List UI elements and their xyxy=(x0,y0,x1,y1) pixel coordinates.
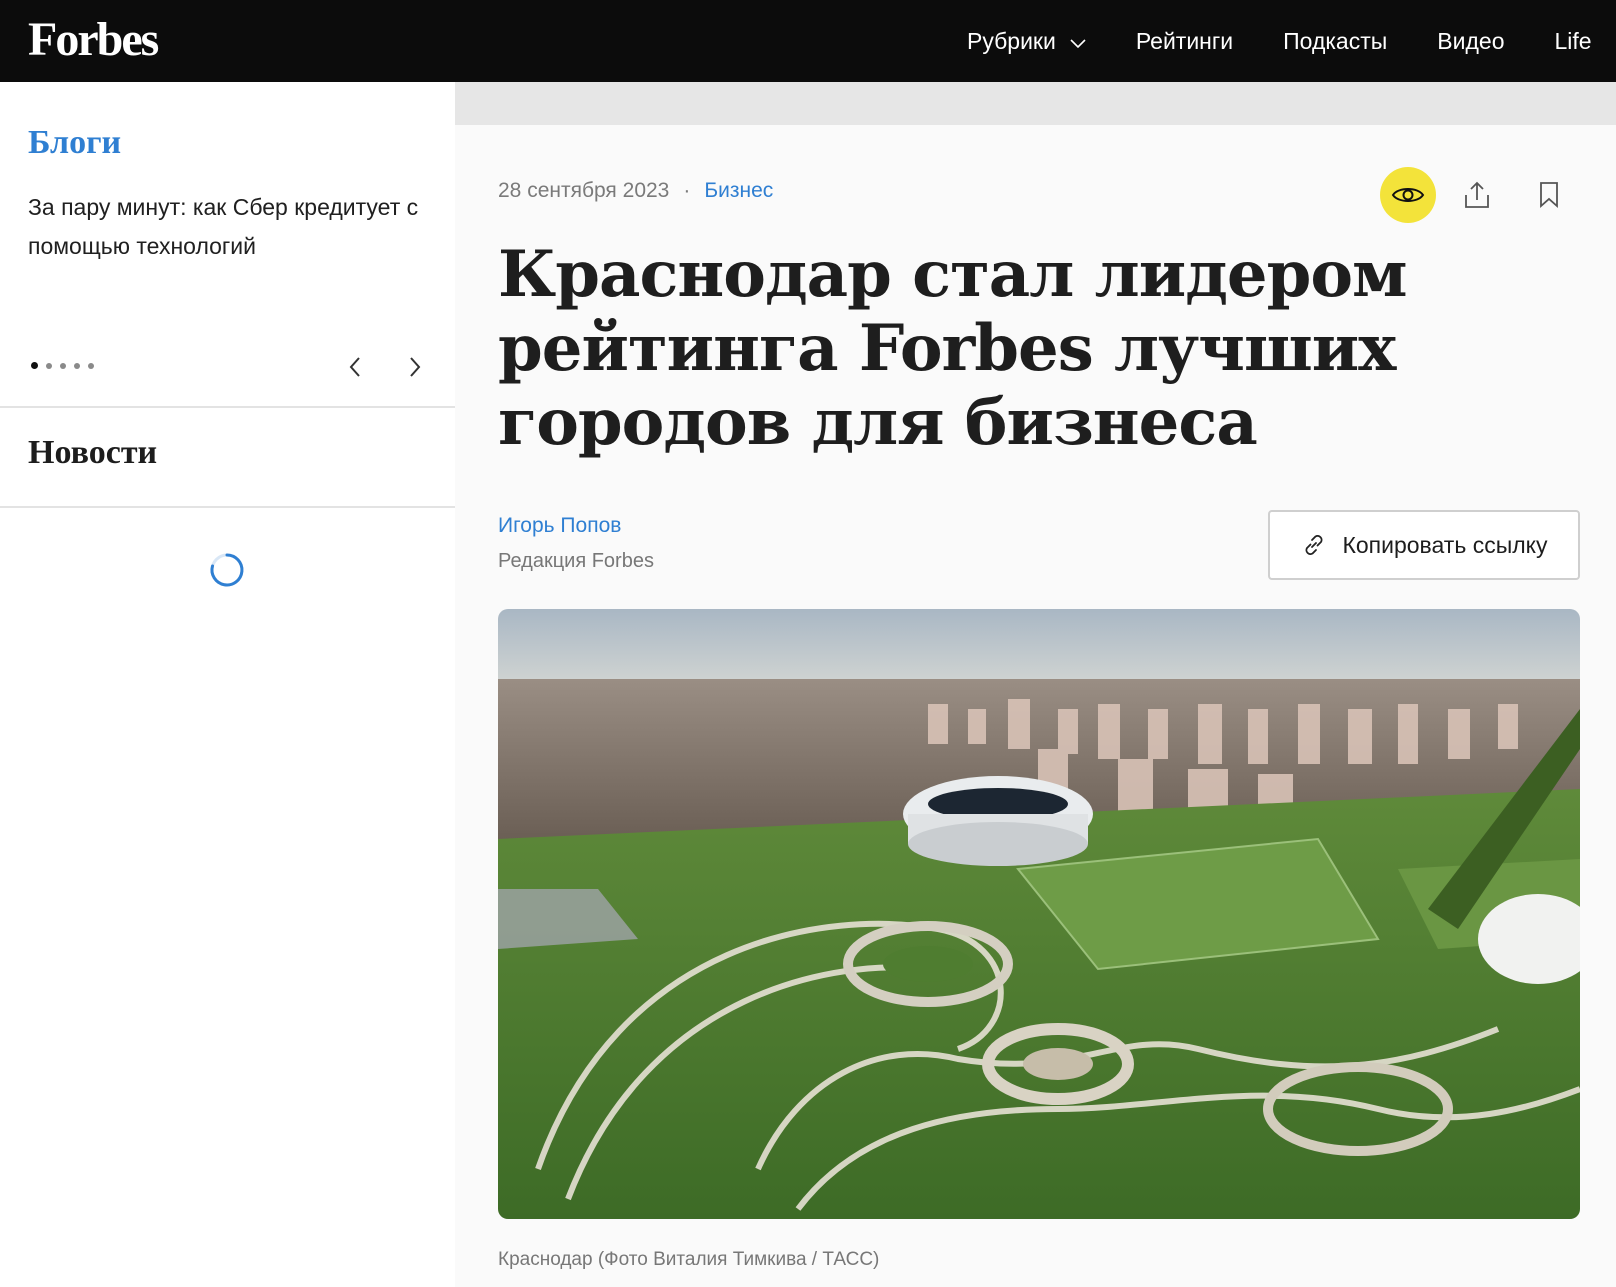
article-photo[interactable] xyxy=(498,609,1580,1219)
article-main: 28 сентября 2023 · Бизнес Краснодар стал… xyxy=(455,125,1616,1287)
news-heading[interactable]: Новости xyxy=(28,434,157,472)
carousel-dot[interactable] xyxy=(31,362,38,369)
author-role: Редакция Forbes xyxy=(498,550,654,572)
nav-item-podcasts[interactable]: Подкасты xyxy=(1283,28,1387,55)
sidebar-divider xyxy=(0,506,455,508)
article-headline: Краснодар стал лидером рей­тинга Forbes … xyxy=(498,237,1408,460)
carousel-dots xyxy=(31,362,102,369)
article-meta: 28 сентября 2023 · Бизнес xyxy=(498,179,773,203)
eye-icon xyxy=(1391,188,1425,202)
author-link[interactable]: Игорь Попов xyxy=(498,514,621,538)
main-nav: Рубрики Рейтинги Подкасты Видео Life xyxy=(967,0,1616,82)
meta-separator: · xyxy=(683,179,691,202)
carousel-dot[interactable] xyxy=(74,362,80,369)
spinner-icon xyxy=(208,551,246,589)
carousel-next-button[interactable] xyxy=(400,352,430,382)
forbes-logo[interactable]: Forbes xyxy=(28,12,159,67)
nav-item-video[interactable]: Видео xyxy=(1437,28,1504,55)
sidebar-divider xyxy=(0,406,455,408)
article-date: 28 сентября 2023 xyxy=(498,179,670,202)
chevron-down-icon xyxy=(1070,28,1086,55)
carousel-dot[interactable] xyxy=(60,362,66,369)
link-icon xyxy=(1300,531,1328,559)
nav-item-life[interactable]: Life xyxy=(1555,28,1592,55)
chevron-left-icon xyxy=(349,357,360,377)
nav-item-ratings[interactable]: Рейтинги xyxy=(1136,28,1233,55)
accessibility-view-button[interactable] xyxy=(1380,167,1436,223)
bookmark-icon xyxy=(1540,182,1558,208)
copy-link-button[interactable]: Копировать ссылку xyxy=(1268,510,1580,580)
carousel-prev-button[interactable] xyxy=(340,352,370,382)
article-rubric-link[interactable]: Бизнес xyxy=(704,179,773,203)
sidebar: Блоги За пару минут: как Сбер кредиту­ет… xyxy=(0,82,455,1287)
top-navigation-bar: Forbes Рубрики Рейтинги Подкасты Видео L… xyxy=(0,0,1616,82)
share-button[interactable] xyxy=(1455,173,1499,217)
copy-link-label: Копировать ссылку xyxy=(1342,531,1548,558)
photo-caption: Краснодар (Фото Виталия Тимкива / ТАСС) xyxy=(498,1249,880,1270)
nav-item-label: Рубрики xyxy=(967,27,1056,54)
ad-placeholder-band xyxy=(455,82,1616,125)
blog-item-link[interactable]: За пару минут: как Сбер кредиту­ет с пом… xyxy=(28,188,428,266)
chevron-right-icon xyxy=(410,357,421,377)
blogs-heading[interactable]: Блоги xyxy=(28,124,121,162)
krasnodar-aerial-photo xyxy=(498,609,1580,1219)
share-icon xyxy=(1465,181,1489,208)
carousel-dot[interactable] xyxy=(46,362,52,369)
bookmark-button[interactable] xyxy=(1527,173,1571,217)
carousel-dot[interactable] xyxy=(88,362,94,369)
nav-item-rubrics[interactable]: Рубрики xyxy=(967,28,1086,55)
